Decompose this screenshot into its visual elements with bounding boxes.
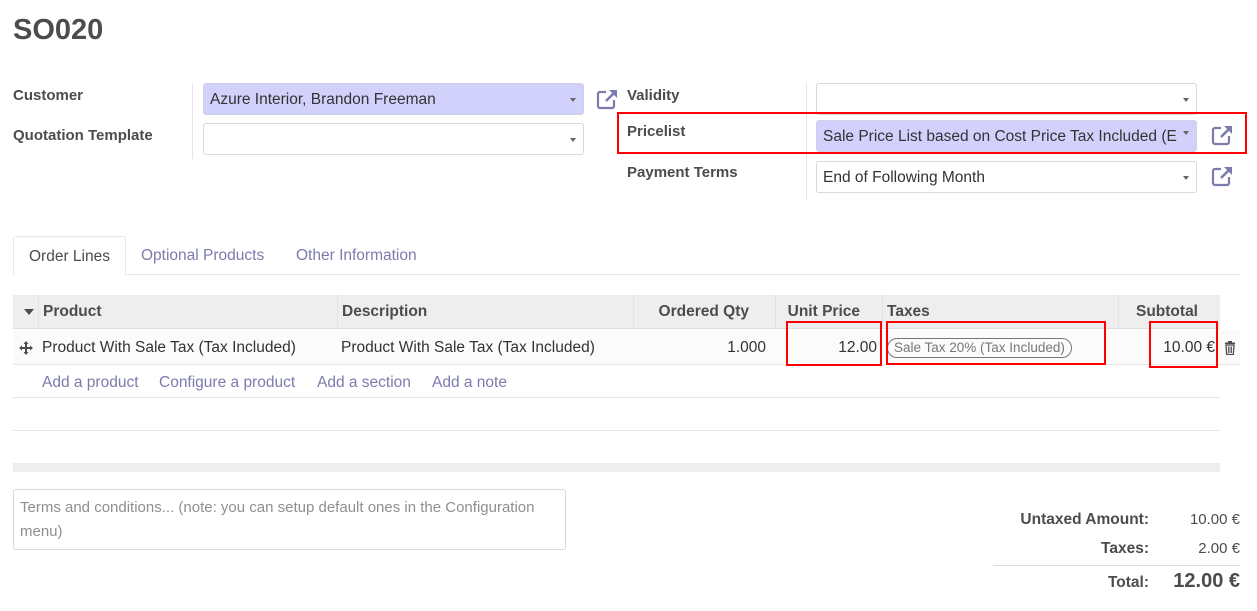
add-section-link[interactable]: Add a section bbox=[317, 374, 411, 392]
annotation-box-unit-price bbox=[786, 321, 882, 366]
taxes-value: 2.00 € bbox=[1198, 540, 1240, 557]
tab-order-lines[interactable]: Order Lines bbox=[13, 236, 126, 275]
field-separator bbox=[192, 83, 193, 159]
add-product-link[interactable]: Add a product bbox=[42, 374, 139, 392]
validity-label: Validity bbox=[627, 87, 680, 104]
column-separator bbox=[882, 295, 883, 329]
external-link-icon[interactable] bbox=[1211, 165, 1235, 187]
external-link-icon[interactable] bbox=[596, 88, 620, 110]
quotation-template-label: Quotation Template bbox=[13, 127, 153, 144]
record-title: SO020 bbox=[13, 14, 104, 46]
add-note-link[interactable]: Add a note bbox=[432, 374, 507, 392]
total-value: 12.00 € bbox=[1173, 570, 1240, 592]
untaxed-amount-label: Untaxed Amount: bbox=[1020, 511, 1149, 528]
column-separator bbox=[337, 295, 338, 329]
taxes-label: Taxes: bbox=[1101, 540, 1149, 557]
horizontal-scrollbar[interactable] bbox=[13, 463, 1220, 472]
trash-icon[interactable] bbox=[1224, 341, 1236, 355]
annotation-box-subtotal bbox=[1149, 321, 1218, 368]
tab-optional-products[interactable]: Optional Products bbox=[126, 236, 279, 275]
validity-date-field[interactable] bbox=[816, 83, 1197, 115]
chevron-down-icon bbox=[570, 98, 576, 102]
untaxed-amount-value: 10.00 € bbox=[1189, 511, 1240, 528]
column-header-description[interactable]: Description bbox=[342, 295, 427, 329]
row-ordered-qty[interactable]: 1.000 bbox=[640, 330, 766, 365]
drag-handle-icon[interactable] bbox=[18, 340, 34, 356]
customer-value: Azure Interior, Brandon Freeman bbox=[210, 91, 436, 108]
annotation-box-taxes bbox=[886, 321, 1106, 365]
payment-terms-select[interactable]: End of Following Month bbox=[816, 161, 1197, 193]
chevron-down-icon bbox=[1183, 176, 1189, 180]
customer-select[interactable]: Azure Interior, Brandon Freeman bbox=[203, 83, 584, 115]
empty-row bbox=[13, 398, 1220, 431]
payment-terms-value: End of Following Month bbox=[823, 169, 985, 186]
column-separator bbox=[38, 295, 39, 329]
totals-divider bbox=[993, 565, 1240, 566]
row-product[interactable]: Product With Sale Tax (Tax Included) bbox=[42, 330, 296, 365]
customer-label: Customer bbox=[13, 87, 84, 104]
terms-and-conditions-textarea[interactable]: Terms and conditions... (note: you can s… bbox=[13, 489, 566, 550]
configure-product-link[interactable]: Configure a product bbox=[159, 374, 295, 392]
annotation-box-pricelist bbox=[617, 112, 1247, 154]
column-header-product[interactable]: Product bbox=[43, 295, 102, 329]
chevron-down-icon bbox=[570, 138, 576, 142]
chevron-down-icon bbox=[1183, 98, 1189, 102]
column-header-ordered-qty[interactable]: Ordered Qty bbox=[633, 295, 749, 329]
payment-terms-label: Payment Terms bbox=[627, 164, 738, 181]
row-description[interactable]: Product With Sale Tax (Tax Included) bbox=[341, 330, 595, 365]
sort-caret-icon[interactable] bbox=[24, 309, 34, 315]
quotation-template-select[interactable] bbox=[203, 123, 584, 155]
total-label: Total: bbox=[1107, 574, 1149, 591]
tab-other-information[interactable]: Other Information bbox=[281, 236, 432, 275]
